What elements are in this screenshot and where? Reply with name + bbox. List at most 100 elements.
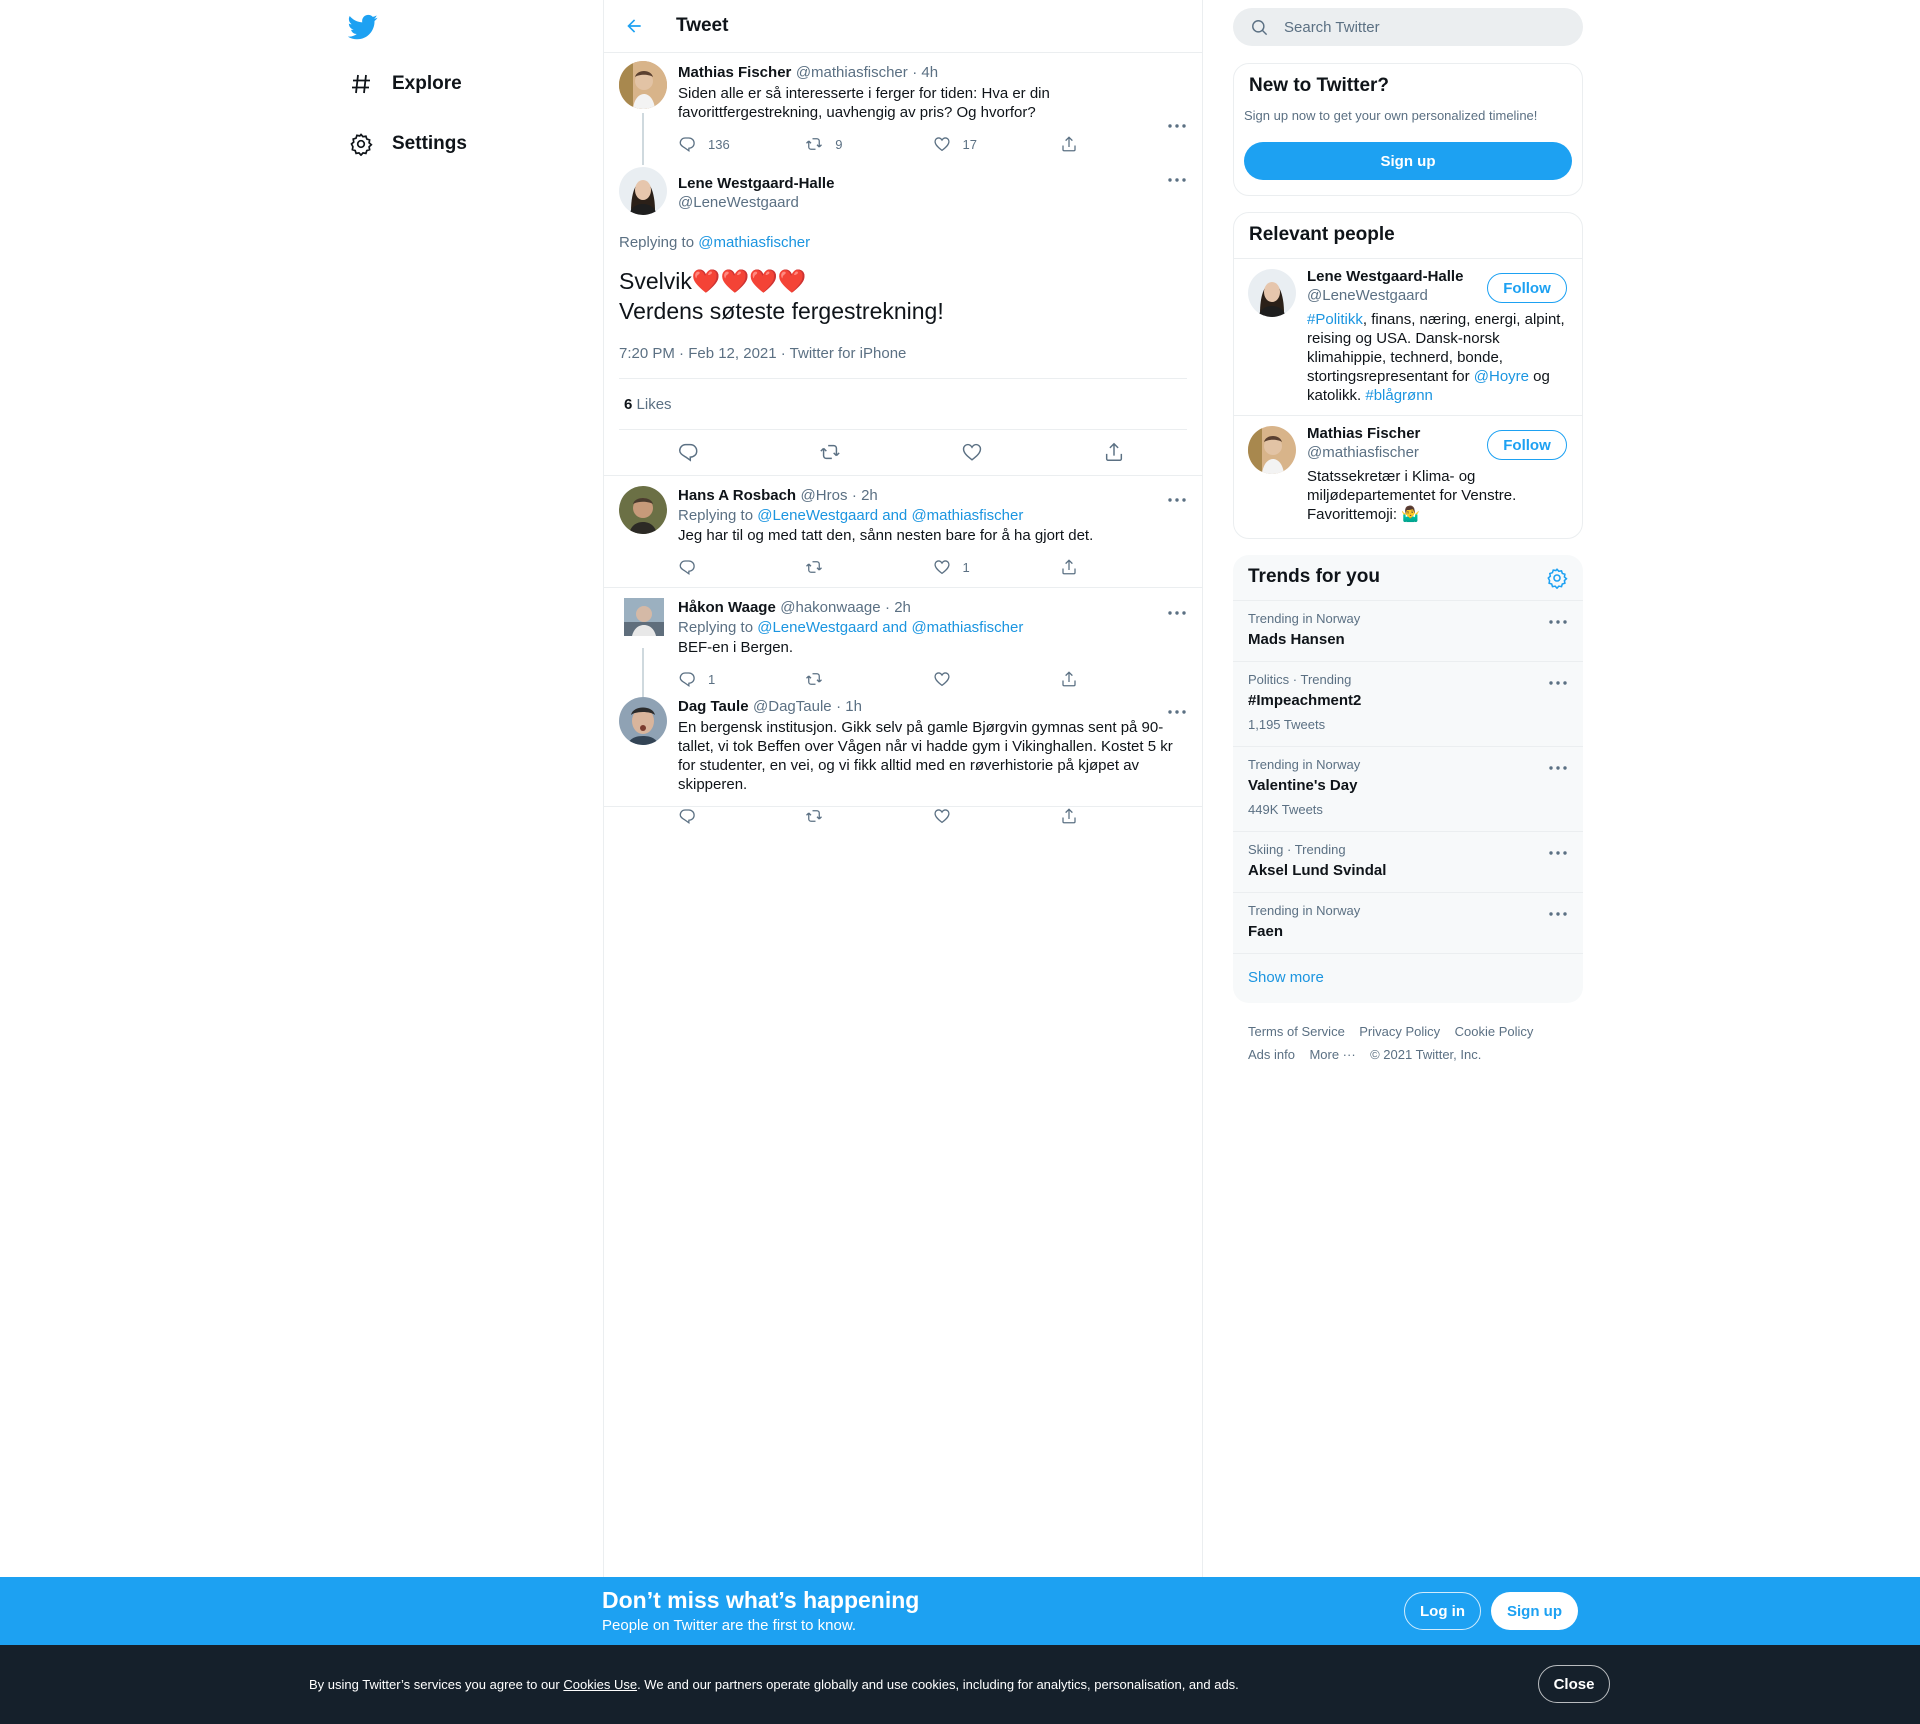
avatar[interactable]: [619, 697, 667, 745]
avatar[interactable]: [1248, 269, 1296, 317]
tweet-time[interactable]: · 4h: [912, 64, 938, 81]
tweet-time[interactable]: · 2h: [885, 599, 911, 616]
more-options-icon[interactable]: [1167, 493, 1187, 507]
retweet-button[interactable]: [805, 558, 932, 576]
nav-settings[interactable]: Settings: [348, 126, 467, 162]
cookies-use-link[interactable]: Cookies Use: [563, 1677, 637, 1692]
reply-tweet[interactable]: Håkon Waage @hakonwaage · 2h Replying to…: [604, 588, 1202, 697]
reply-button[interactable]: 1: [678, 670, 805, 688]
trend-item[interactable]: Trending in Norway Faen: [1233, 892, 1583, 953]
bio-mention[interactable]: @Hoyre: [1474, 368, 1529, 385]
more-link[interactable]: More ···: [1309, 1047, 1355, 1062]
more-options-icon[interactable]: [1167, 119, 1187, 133]
tweet-text-line-1: Svelvik❤️❤️❤️❤️: [619, 268, 807, 294]
share-button[interactable]: [1060, 135, 1187, 153]
author-name[interactable]: Dag Taule: [678, 698, 749, 715]
author-name[interactable]: Håkon Waage: [678, 599, 776, 616]
terms-link[interactable]: Terms of Service: [1248, 1024, 1345, 1039]
more-options-icon[interactable]: [1167, 705, 1187, 719]
avatar[interactable]: [619, 61, 667, 109]
privacy-link[interactable]: Privacy Policy: [1359, 1024, 1440, 1039]
search-box[interactable]: [1233, 8, 1583, 46]
reply-button[interactable]: [678, 558, 805, 576]
nav-explore[interactable]: Explore: [348, 66, 462, 102]
cookie-policy-link[interactable]: Cookie Policy: [1455, 1024, 1534, 1039]
retweet-button[interactable]: [805, 670, 932, 688]
more-options-icon[interactable]: [1548, 846, 1568, 860]
author-handle[interactable]: @mathiasfischer: [796, 64, 908, 81]
reply-button[interactable]: 136: [678, 135, 805, 153]
retweet-button[interactable]: [805, 807, 932, 825]
share-button[interactable]: [1103, 441, 1163, 468]
person-name[interactable]: Lene Westgaard-Halle: [1307, 267, 1463, 286]
tweet-timestamp[interactable]: 7:20 PM · Feb 12, 2021 · Twitter for iPh…: [619, 344, 1187, 363]
back-button[interactable]: [616, 8, 652, 44]
more-options-icon[interactable]: [1548, 615, 1568, 629]
author-handle[interactable]: @Hros: [801, 487, 848, 504]
like-button[interactable]: 17: [933, 135, 1060, 153]
reply-button[interactable]: [678, 807, 805, 825]
bio-hashtag[interactable]: #blågrønn: [1365, 387, 1433, 404]
more-options-icon[interactable]: [1167, 173, 1187, 187]
trend-name: Valentine's Day: [1248, 777, 1358, 794]
author-name[interactable]: Hans A Rosbach: [678, 487, 796, 504]
parent-tweet[interactable]: Mathias Fischer @mathiasfischer · 4h Sid…: [604, 53, 1202, 165]
replying-to-link[interactable]: @LeneWestgaard and @mathiasfischer: [757, 507, 1023, 524]
reply-button[interactable]: [677, 441, 819, 468]
trend-item[interactable]: Skiing · Trending Aksel Lund Svindal: [1233, 831, 1583, 892]
trend-item[interactable]: Politics · Trending #Impeachment2 1,195 …: [1233, 661, 1583, 746]
replying-to-link[interactable]: @LeneWestgaard and @mathiasfischer: [757, 619, 1023, 636]
retweet-button[interactable]: [819, 441, 961, 468]
twitter-logo-icon[interactable]: [347, 12, 378, 42]
tweet-actions: 1: [678, 669, 1187, 689]
share-button[interactable]: [1060, 558, 1187, 576]
ads-info-link[interactable]: Ads info: [1248, 1047, 1295, 1062]
more-options-icon[interactable]: [1167, 606, 1187, 620]
person-row[interactable]: Lene Westgaard-Halle @LeneWestgaard Foll…: [1234, 258, 1582, 415]
author-handle[interactable]: @LeneWestgaard: [678, 193, 1187, 212]
reply-tweet[interactable]: Dag Taule @DagTaule · 1h En bergensk ins…: [604, 697, 1202, 831]
person-handle[interactable]: @mathiasfischer: [1307, 443, 1420, 462]
show-more-row[interactable]: Show more: [1233, 953, 1583, 1003]
cookie-close-button[interactable]: Close: [1538, 1665, 1610, 1703]
tweet-time[interactable]: · 2h: [852, 487, 878, 504]
person-handle[interactable]: @LeneWestgaard: [1307, 286, 1463, 305]
trend-item[interactable]: Trending in Norway Mads Hansen: [1233, 600, 1583, 661]
replying-to-link[interactable]: @mathiasfischer: [698, 234, 810, 251]
like-button[interactable]: 1: [933, 558, 1060, 576]
retweet-button[interactable]: 9: [805, 135, 932, 153]
avatar[interactable]: [619, 486, 667, 534]
follow-button[interactable]: Follow: [1487, 273, 1567, 303]
person-bio: #Politikk, finans, næring, energi, alpin…: [1307, 310, 1572, 405]
show-more-link[interactable]: Show more: [1248, 969, 1324, 986]
more-options-icon[interactable]: [1548, 676, 1568, 690]
tweet-time[interactable]: · 1h: [836, 698, 862, 715]
like-button[interactable]: [933, 807, 1060, 825]
sign-up-button[interactable]: Sign up: [1244, 142, 1572, 180]
author-name[interactable]: Lene Westgaard-Halle: [678, 174, 1187, 193]
cookie-banner: By using Twitter’s services you agree to…: [0, 1645, 1920, 1724]
search-input[interactable]: [1284, 18, 1564, 36]
likes-summary[interactable]: 6 Likes: [619, 379, 1187, 429]
more-options-icon[interactable]: [1548, 761, 1568, 775]
like-button[interactable]: [933, 670, 1060, 688]
person-name[interactable]: Mathias Fischer: [1307, 424, 1420, 443]
more-options-icon[interactable]: [1548, 907, 1568, 921]
trend-item[interactable]: Trending in Norway Valentine's Day 449K …: [1233, 746, 1583, 831]
banner-sign-up-button[interactable]: Sign up: [1491, 1592, 1578, 1630]
log-in-button[interactable]: Log in: [1404, 1592, 1481, 1630]
reply-tweet[interactable]: Hans A Rosbach @Hros · 2h Replying to @L…: [604, 476, 1202, 587]
avatar[interactable]: [619, 167, 667, 215]
like-button[interactable]: [961, 441, 1103, 468]
share-button[interactable]: [1060, 670, 1187, 688]
avatar[interactable]: [1248, 426, 1296, 474]
bio-hashtag[interactable]: #Politikk: [1307, 311, 1363, 328]
author-handle[interactable]: @DagTaule: [753, 698, 832, 715]
author-handle[interactable]: @hakonwaage: [780, 599, 880, 616]
author-name[interactable]: Mathias Fischer: [678, 64, 791, 81]
avatar[interactable]: [624, 598, 664, 636]
person-row[interactable]: Mathias Fischer @mathiasfischer Follow S…: [1234, 415, 1582, 538]
trends-settings-icon[interactable]: [1546, 567, 1568, 590]
share-button[interactable]: [1060, 807, 1187, 825]
follow-button[interactable]: Follow: [1487, 430, 1567, 460]
